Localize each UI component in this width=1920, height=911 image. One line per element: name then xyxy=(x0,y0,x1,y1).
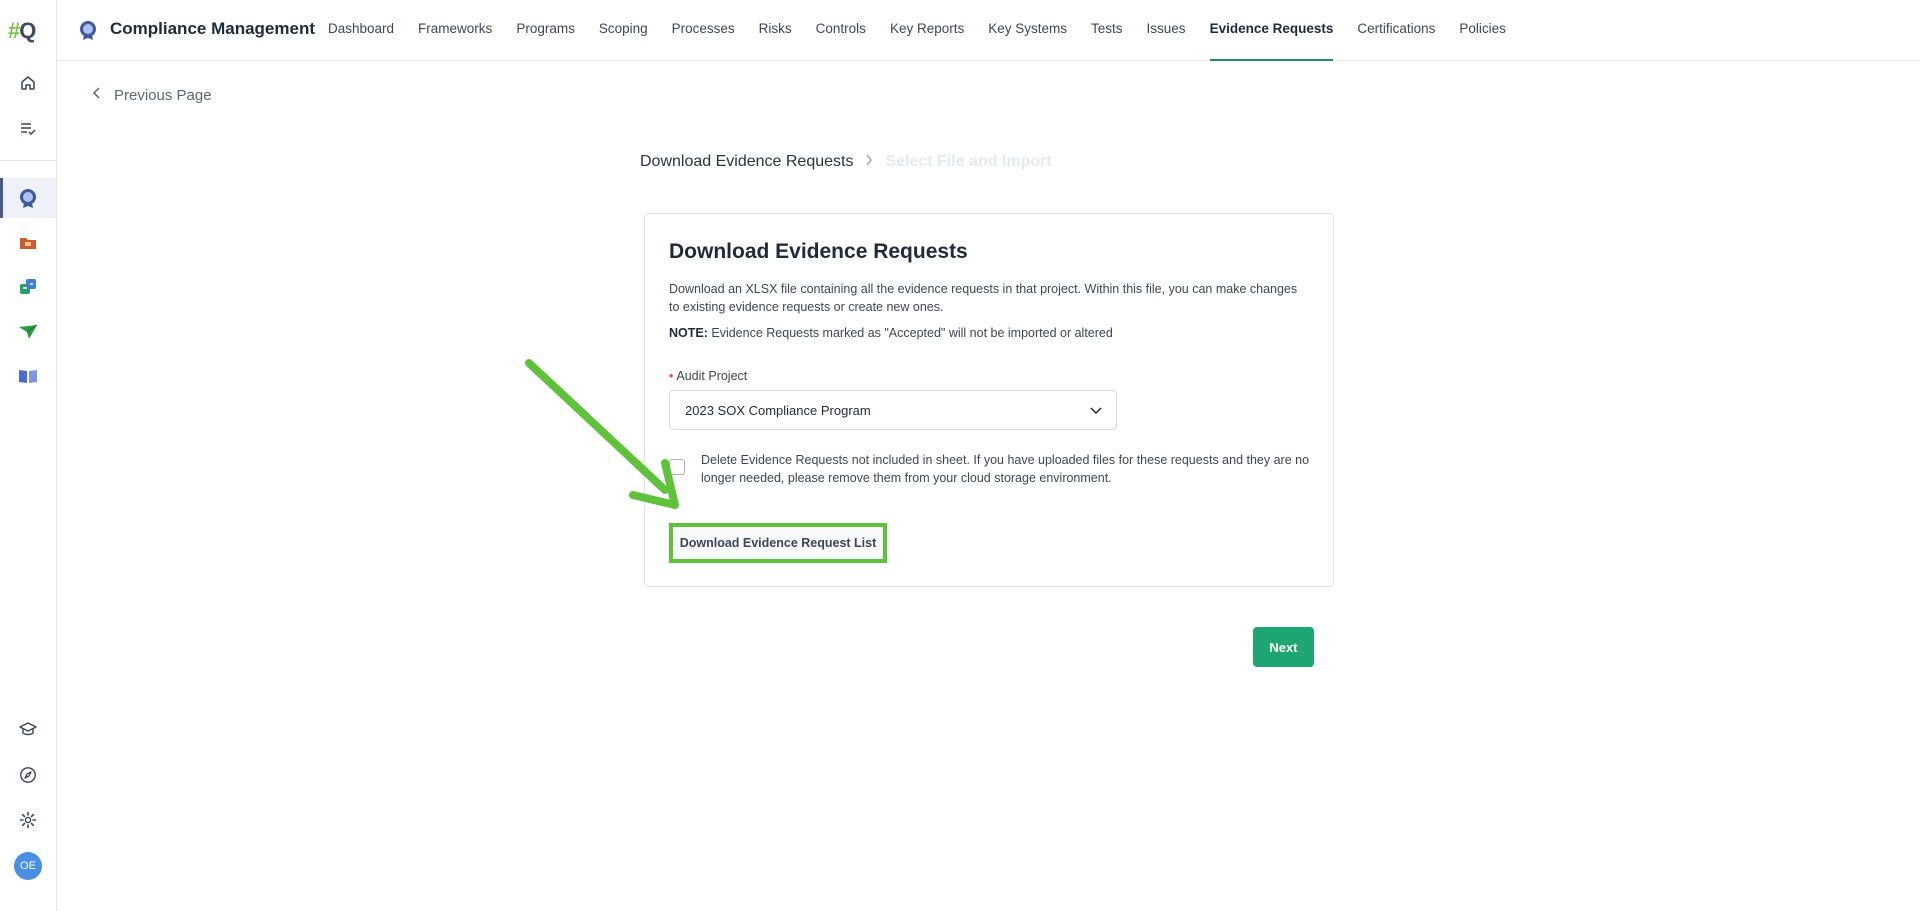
nav-tests[interactable]: Tests xyxy=(1091,0,1123,61)
nav-key-systems[interactable]: Key Systems xyxy=(988,0,1067,61)
send-icon[interactable] xyxy=(14,318,42,346)
sync-icon[interactable] xyxy=(14,273,42,301)
nav-tabs: Dashboard Frameworks Programs Scoping Pr… xyxy=(328,0,1530,61)
card-note: NOTE: Evidence Requests marked as "Accep… xyxy=(669,326,1113,340)
chevron-right-icon xyxy=(865,153,873,171)
audit-project-select[interactable]: 2023 SOX Compliance Program xyxy=(669,390,1117,430)
home-icon[interactable] xyxy=(14,69,42,97)
nav-programs[interactable]: Programs xyxy=(516,0,575,61)
top-navigation: Compliance Management Dashboard Framewor… xyxy=(57,0,1920,61)
download-card: Download Evidence Requests Download an X… xyxy=(644,213,1334,587)
nav-issues[interactable]: Issues xyxy=(1147,0,1186,61)
selected-project-value: 2023 SOX Compliance Program xyxy=(685,402,871,418)
app-title: Compliance Management xyxy=(110,19,315,38)
annotation-arrow-icon xyxy=(525,359,679,509)
compliance-icon[interactable] xyxy=(14,184,42,212)
book-icon[interactable] xyxy=(14,362,42,390)
card-description: Download an XLSX file containing all the… xyxy=(669,282,1298,314)
avatar[interactable]: OE xyxy=(14,852,42,880)
nav-evidence-requests[interactable]: Evidence Requests xyxy=(1209,0,1333,61)
step-download: Download Evidence Requests xyxy=(640,153,854,170)
folder-icon[interactable] xyxy=(14,229,42,257)
app-logo[interactable]: #Q xyxy=(8,18,36,44)
chevron-down-icon xyxy=(1090,403,1102,418)
academy-icon[interactable] xyxy=(14,715,42,743)
sidebar: #Q OE xyxy=(0,0,57,911)
nav-controls[interactable]: Controls xyxy=(816,0,866,61)
chevron-left-icon xyxy=(92,86,102,104)
settings-icon[interactable] xyxy=(14,806,42,834)
previous-page-label: Previous Page xyxy=(114,86,212,104)
download-evidence-list-button[interactable]: Download Evidence Request List xyxy=(669,523,887,563)
nav-scoping[interactable]: Scoping xyxy=(599,0,648,61)
step-select-import: Select File and Import xyxy=(885,153,1052,170)
compass-icon[interactable] xyxy=(14,761,42,789)
nav-dashboard[interactable]: Dashboard xyxy=(328,0,394,61)
nav-key-reports[interactable]: Key Reports xyxy=(890,0,964,61)
compliance-logo-icon xyxy=(77,19,99,41)
delete-requests-label: Delete Evidence Requests not included in… xyxy=(701,453,1310,485)
nav-processes[interactable]: Processes xyxy=(672,0,735,61)
nav-risks[interactable]: Risks xyxy=(759,0,792,61)
wizard-steps: Download Evidence Requests Select File a… xyxy=(640,153,1052,171)
card-title: Download Evidence Requests xyxy=(669,240,968,263)
next-button[interactable]: Next xyxy=(1253,627,1314,667)
nav-certifications[interactable]: Certifications xyxy=(1357,0,1435,61)
nav-frameworks[interactable]: Frameworks xyxy=(418,0,492,61)
tasks-icon[interactable] xyxy=(14,114,42,142)
previous-page-link[interactable]: Previous Page xyxy=(92,86,212,104)
nav-policies[interactable]: Policies xyxy=(1459,0,1506,61)
